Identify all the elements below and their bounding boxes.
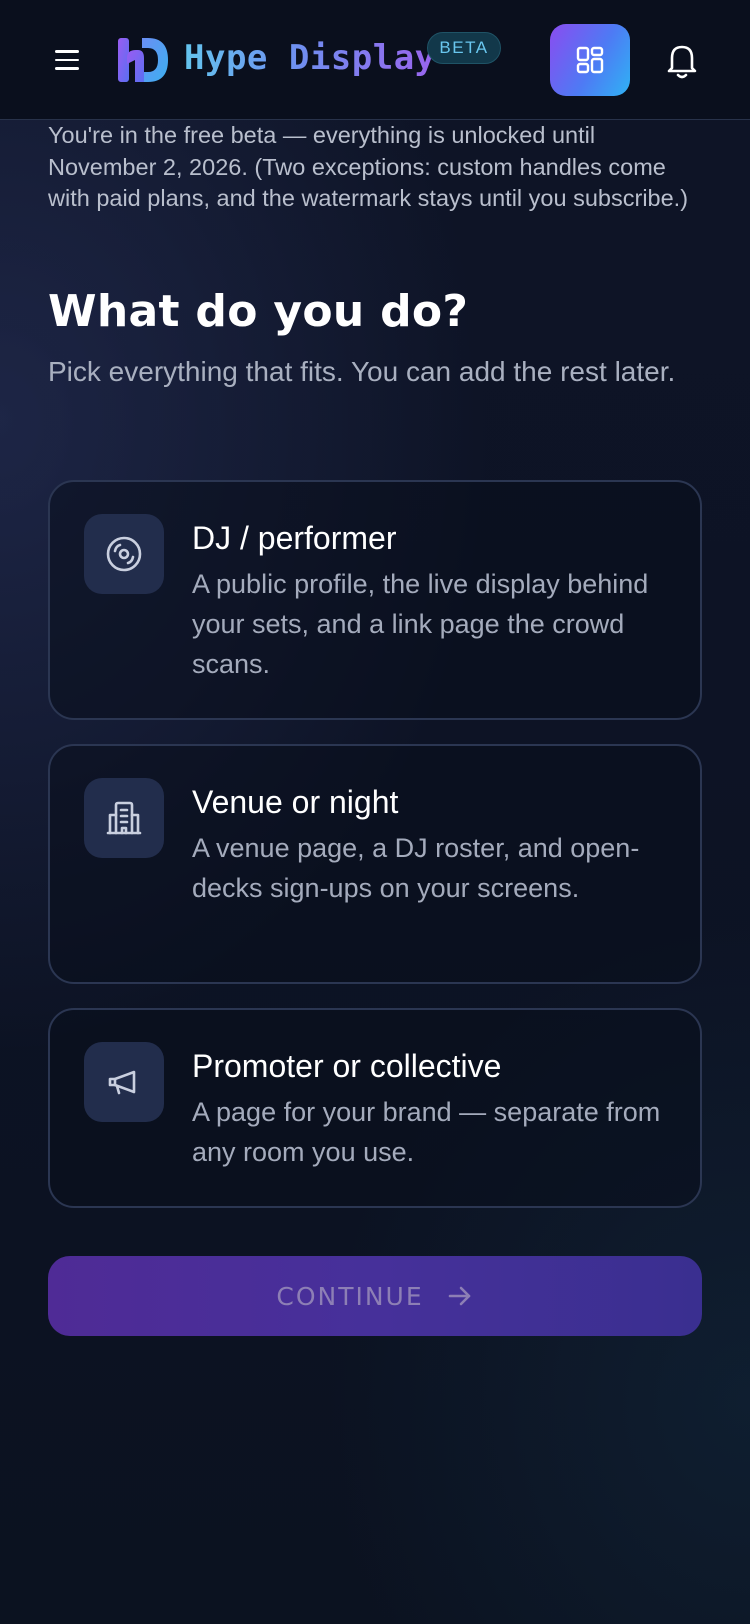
option-icon-box [84, 1042, 164, 1122]
option-card-promoter[interactable]: Promoter or collective A page for your b… [48, 1008, 702, 1208]
menu-icon-line [55, 67, 79, 70]
megaphone-icon [108, 1070, 136, 1095]
continue-button[interactable]: CONTINUE [48, 1256, 702, 1336]
option-description: A page for your brand — separate from an… [192, 1097, 661, 1167]
brand-name: Hype Display [184, 38, 436, 78]
menu-button[interactable] [52, 44, 84, 76]
grid-icon [576, 46, 604, 74]
building-icon [106, 801, 142, 835]
beta-badge: BETA [427, 32, 501, 64]
option-icon-box [84, 514, 164, 594]
menu-icon-line [55, 58, 79, 62]
logo-icon[interactable] [118, 36, 170, 84]
arrow-right-icon [448, 1286, 470, 1306]
option-icon-box [84, 778, 164, 858]
option-card-venue[interactable]: Venue or night A venue page, a DJ roster… [48, 744, 702, 984]
option-description: A public profile, the live display behin… [192, 569, 649, 679]
bell-icon[interactable] [664, 40, 700, 80]
vinyl-disc-icon [106, 536, 142, 572]
dashboard-button[interactable] [550, 24, 630, 96]
option-title: DJ / performer [192, 520, 397, 556]
option-title: Promoter or collective [192, 1048, 502, 1084]
option-description: A venue page, a DJ roster, and open-deck… [192, 833, 640, 903]
continue-label: CONTINUE [276, 1281, 424, 1311]
page-subtitle: Pick everything that fits. You can add t… [48, 356, 676, 387]
option-card-dj[interactable]: DJ / performer A public profile, the liv… [48, 480, 702, 720]
option-title: Venue or night [192, 784, 399, 820]
menu-icon-line [55, 50, 79, 53]
page-title: What do you do? [48, 286, 469, 337]
top-app-bar: Hype Display BETA [0, 0, 750, 120]
beta-notice: You're in the free beta — everything is … [48, 122, 689, 211]
